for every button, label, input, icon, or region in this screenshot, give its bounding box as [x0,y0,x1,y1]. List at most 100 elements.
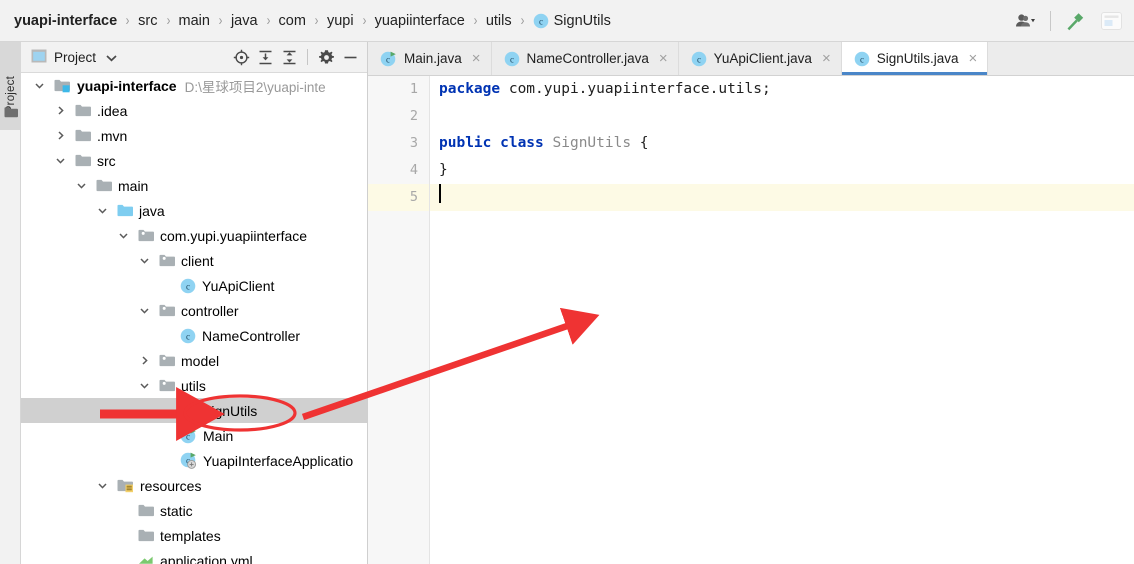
close-icon[interactable]: × [659,51,668,66]
editor-tab-signutils-java[interactable]: c SignUtils.java × [841,42,989,75]
close-icon[interactable]: × [472,51,481,66]
user-account-icon[interactable] [1009,5,1043,37]
tree-item-label: controller [181,302,239,319]
locate-file-icon[interactable] [230,46,252,68]
folder-icon [138,529,154,542]
folder-icon [138,504,154,517]
package-icon [159,254,175,267]
close-icon[interactable]: × [822,51,831,66]
tree-row[interactable]: utils [21,373,367,398]
java-class-icon: c [180,278,196,294]
code-line[interactable]: public class SignUtils { [430,130,1134,157]
editor-tab-namecontroller-java[interactable]: c NameController.java × [491,42,679,75]
tree-row[interactable]: resources [21,473,367,498]
expand-all-icon[interactable] [254,46,276,68]
project-window-icon [31,49,47,66]
code-line[interactable] [430,184,1134,211]
tree-row[interactable]: src [21,148,367,173]
navbar-right-controls [1009,0,1134,41]
panel-layout-icon[interactable] [1092,5,1130,37]
breadcrumb-item-java[interactable]: java [229,13,260,29]
tree-row[interactable]: client [21,248,367,273]
tree-row[interactable]: static [21,498,367,523]
chevron-down-icon[interactable] [138,379,151,392]
tree-row[interactable]: com.yupi.yuapiinterface [21,223,367,248]
tree-row[interactable]: .mvn [21,123,367,148]
chevron-down-icon[interactable] [33,79,46,92]
tree-row[interactable]: controller [21,298,367,323]
package-icon [159,354,175,367]
chevron-down-icon[interactable] [106,50,117,65]
code-line[interactable]: } [430,157,1134,184]
java-runnable-class-icon: c [380,51,397,67]
hide-panel-icon[interactable] [339,46,361,68]
project-tree[interactable]: yuapi-interface D:\星球项目2\yuapi-inte .idea.… [21,73,367,564]
settings-gear-icon[interactable] [315,46,337,68]
tree-row[interactable]: application.yml [21,548,367,564]
editor-tab-label: YuApiClient.java [713,51,812,66]
breadcrumb-label: src [138,12,158,29]
breadcrumb-separator: › [218,12,223,29]
chevron-down-icon[interactable] [54,154,67,167]
package-icon [159,304,175,317]
java-class-icon: c [854,51,870,67]
tree-item-label: main [118,177,149,194]
line-number: 4 [409,162,418,178]
code-line[interactable]: package com.yupi.yuapiinterface.utils; [430,76,1134,103]
code-line[interactable] [430,103,1134,130]
tree-row-selected[interactable]: c SignUtils [21,398,367,423]
tree-row[interactable]: templates [21,523,367,548]
code-editor[interactable]: 1 2 3 4 5 package com.yupi.yuapiinterface.ut… [368,76,1134,564]
collapse-all-icon[interactable] [278,46,300,68]
editor-tab-yuapiclient-java[interactable]: c YuApiClient.java × [678,42,842,75]
project-panel-header: Project [21,42,367,73]
tree-item-label: utils [181,377,206,394]
chevron-right-icon[interactable] [138,354,151,367]
line-number-gutter: 1 2 3 4 5 [368,76,430,564]
tree-item-label: resources [140,477,202,494]
java-runnable-class-icon: c [180,428,197,444]
breadcrumb-item-utils[interactable]: utils [484,13,514,29]
breadcrumb-separator: › [473,12,478,29]
chevron-down-icon[interactable] [96,204,109,217]
tree-row[interactable]: c NameController [21,323,367,348]
breadcrumb-item-com[interactable]: com [277,13,308,29]
navbar-divider [1050,10,1051,31]
svg-text:c: c [186,281,190,291]
breadcrumb-separator: › [520,12,525,29]
chevron-down-icon[interactable] [96,479,109,492]
breadcrumb-item-yuapiinterface[interactable]: yuapiinterface [373,13,467,29]
build-hammer-icon[interactable] [1058,5,1092,37]
code-token: } [439,162,448,178]
tree-row[interactable]: java [21,198,367,223]
tree-row[interactable]: yuapi-interface D:\星球项目2\yuapi-inte [21,73,367,98]
breadcrumb-label: utils [485,12,512,29]
close-icon[interactable]: × [969,51,978,66]
tree-row[interactable]: c YuapiInterfaceApplicatio [21,448,367,473]
tree-row[interactable]: main [21,173,367,198]
chevron-right-icon[interactable] [54,129,67,142]
chevron-down-icon[interactable] [75,179,88,192]
breadcrumb-item-main[interactable]: main [177,13,212,29]
tree-row[interactable]: c YuApiClient [21,273,367,298]
tree-item-label: yuapi-interface [77,77,177,94]
breadcrumb-item-src[interactable]: src [136,13,159,29]
editor-tab-main-java[interactable]: c Main.java × [368,42,492,75]
chevron-down-icon[interactable] [138,304,151,317]
project-folder-icon [4,106,18,121]
svg-text:c: c [186,406,190,416]
code-token: package [439,81,501,97]
tree-row[interactable]: .idea [21,98,367,123]
tree-row[interactable]: c Main [21,423,367,448]
chevron-down-icon[interactable] [138,254,151,267]
tree-item-label: YuapiInterfaceApplicatio [203,452,354,469]
tree-item-label: .mvn [97,127,128,144]
chevron-right-icon[interactable] [54,104,67,117]
breadcrumb-item-yuapi-interface[interactable]: yuapi-interface [12,13,119,29]
code-text[interactable]: package com.yupi.yuapiinterface.utils; pu… [430,76,1134,564]
breadcrumb-item-signutils[interactable]: c SignUtils [531,13,613,29]
tree-row[interactable]: model [21,348,367,373]
breadcrumb-item-yupi[interactable]: yupi [325,13,356,29]
chevron-down-icon[interactable] [117,229,130,242]
